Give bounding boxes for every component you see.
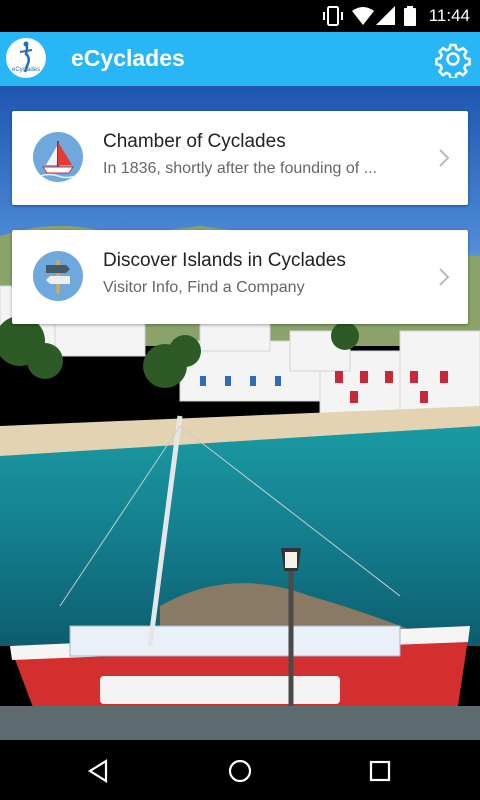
wifi-icon: [352, 7, 374, 25]
battery-icon: [404, 6, 416, 26]
settings-button[interactable]: [434, 40, 472, 80]
app-title: eCyclades: [71, 45, 185, 71]
vibrate-icon: [323, 6, 343, 26]
card-subtitle: Visitor Info, Find a Company: [103, 279, 305, 296]
discover-islands-card[interactable]: Discover Islands in Cyclades Visitor Inf…: [12, 230, 468, 324]
navigation-bar: [0, 740, 480, 800]
home-icon[interactable]: [227, 758, 253, 784]
chevron-right-icon: [439, 268, 450, 286]
status-bar: 11:44: [0, 0, 480, 32]
sailboat-icon: [32, 131, 84, 183]
cell-signal-icon: [376, 6, 395, 25]
signpost-icon: [32, 250, 84, 302]
recent-apps-icon[interactable]: [367, 758, 393, 784]
card-title: Chamber of Cyclades: [103, 131, 286, 152]
app-logo[interactable]: eCyclades: [6, 38, 46, 78]
card-title: Discover Islands in Cyclades: [103, 250, 346, 271]
chamber-card[interactable]: Chamber of Cyclades In 1836, shortly aft…: [12, 111, 468, 205]
status-time: 11:44: [428, 6, 470, 25]
logo-text: eCyclades: [12, 67, 40, 73]
back-icon[interactable]: [86, 758, 112, 784]
card-subtitle: In 1836, shortly after the founding of .…: [103, 160, 377, 177]
app-bar: eCyclades eCyclades: [0, 32, 480, 86]
chevron-right-icon: [439, 149, 450, 167]
gear-icon: [435, 43, 471, 80]
